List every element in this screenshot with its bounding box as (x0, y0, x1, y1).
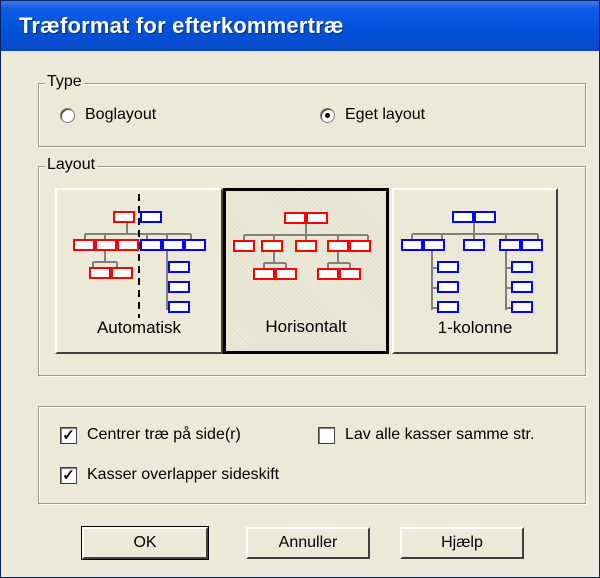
radio-boglayout[interactable]: Boglayout (60, 106, 156, 124)
layout-1-kolonne-label: 1-kolonne (437, 318, 513, 337)
type-group-label: Type (45, 73, 84, 91)
ok-button[interactable]: OK (81, 526, 209, 560)
check-mark-icon: ✓ (62, 466, 75, 484)
layout-automatisk-button[interactable]: Automatisk (55, 188, 223, 354)
tree-split-icon (73, 194, 206, 318)
layout-horisontalt-label: Horisontalt (265, 317, 347, 336)
radio-circle-selected (320, 107, 335, 123)
help-button[interactable]: Hjælp (400, 527, 524, 559)
options-group (38, 406, 586, 504)
check-mark-icon: ✓ (62, 426, 75, 444)
radio-eget-layout-label: Eget layout (345, 106, 426, 123)
checkbox-box: ✓ (60, 426, 77, 444)
tree-horizontal-icon (233, 212, 371, 280)
checkbox-box: ✓ (60, 466, 77, 484)
same-size-checkbox[interactable]: Lav alle kasser samme str. (318, 426, 534, 444)
window-title: Træformat for efterkommertræ (19, 13, 344, 38)
radio-boglayout-label: Boglayout (85, 106, 157, 123)
radio-dot (325, 112, 330, 118)
checkbox-box (318, 426, 335, 444)
title-bar[interactable]: Træformat for efterkommertræ (1, 1, 599, 51)
overlap-checkbox[interactable]: ✓ Kasser overlapper sideskift (60, 466, 279, 484)
center-tree-label: Centrer træ på side(r) (87, 426, 241, 443)
radio-eget-layout[interactable]: Eget layout (320, 106, 425, 124)
center-tree-checkbox[interactable]: ✓ Centrer træ på side(r) (60, 426, 241, 444)
tree-column-icon (401, 211, 543, 313)
cancel-button[interactable]: Annuller (246, 527, 370, 559)
radio-circle (60, 107, 75, 123)
overlap-label: Kasser overlapper sideskift (87, 466, 280, 483)
layout-automatisk-label: Automatisk (96, 318, 182, 337)
layout-horisontalt-button[interactable]: Horisontalt (223, 188, 389, 354)
layout-1-kolonne-button[interactable]: 1-kolonne (392, 188, 558, 354)
same-size-label: Lav alle kasser samme str. (345, 426, 535, 443)
layout-group-label: Layout (45, 156, 98, 174)
